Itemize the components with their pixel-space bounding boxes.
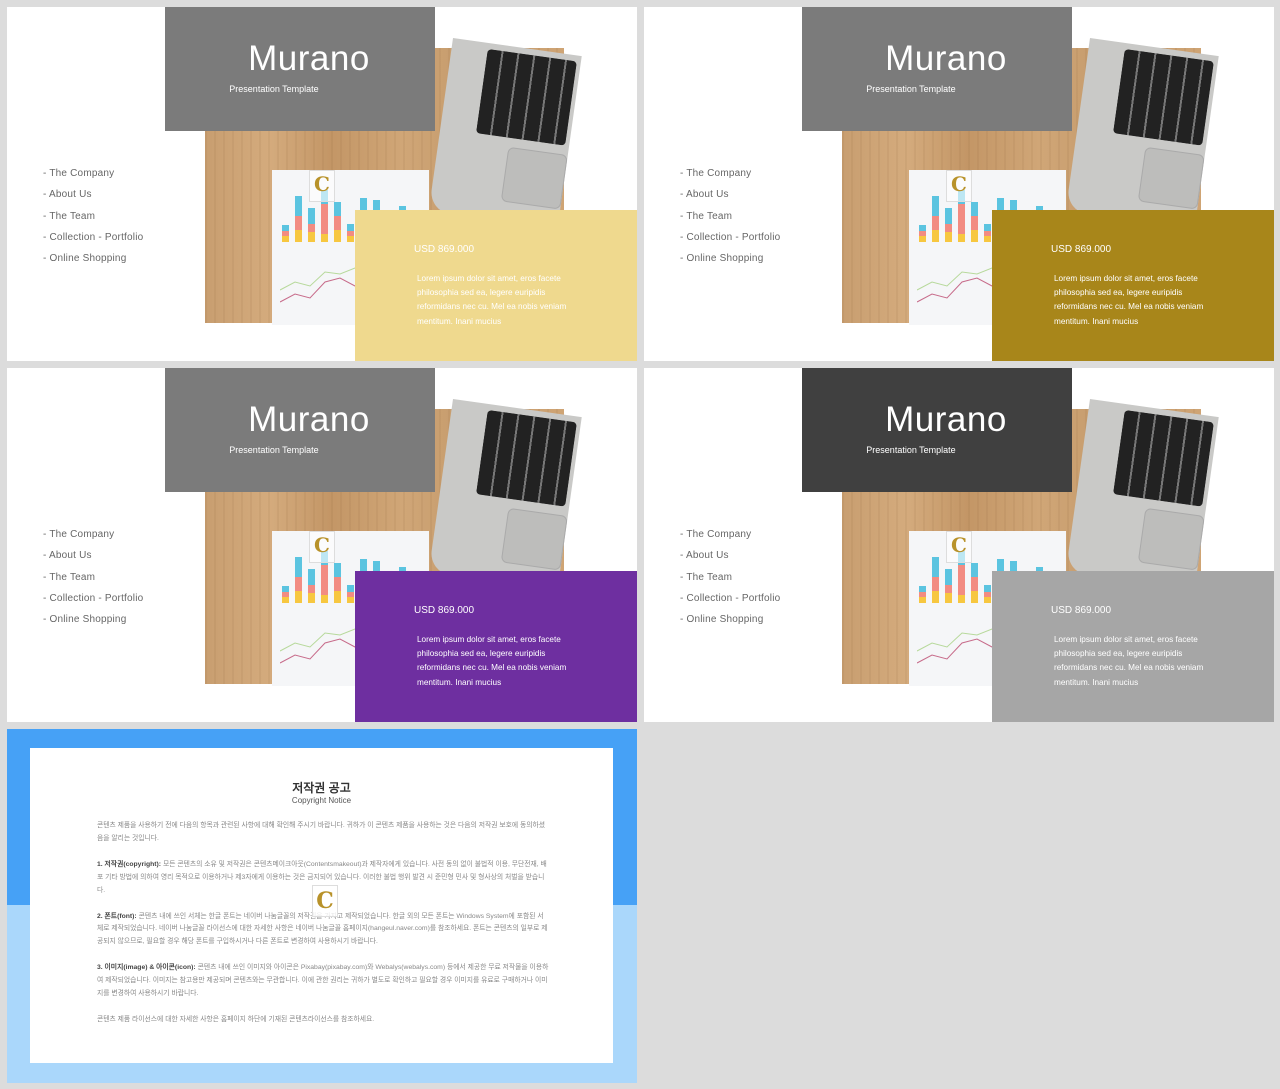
price-label: USD 869.000	[414, 244, 475, 255]
laptop-image	[428, 399, 582, 591]
menu-item: - The Company	[43, 529, 115, 540]
price-description: Lorem ipsum dolor sit amet, eros facete …	[1054, 274, 1204, 326]
chart-bar	[945, 208, 952, 242]
slide-subtitle: Presentation Template	[229, 445, 319, 455]
price-box: USD 869.000 Lorem ipsum dolor sit amet, …	[355, 571, 637, 722]
menu-item: - The Team	[680, 210, 733, 222]
chart-bar	[347, 224, 354, 242]
menu-item: - The Company	[680, 168, 752, 179]
brand-logo-watermark: C	[946, 531, 972, 563]
chart-bar	[984, 224, 991, 242]
chart-bar	[971, 202, 978, 242]
title-box: Murano Presentation Template	[165, 368, 435, 492]
menu-item: - The Company	[680, 529, 752, 540]
chart-bar	[308, 208, 315, 242]
menu-item: - The Team	[43, 571, 96, 583]
notice-item: 3. 이미지(image) & 아이콘(icon): 콘텐츠 내에 쓰인 이미지…	[97, 962, 549, 1001]
menu-list: - The Company - About Us - The Team - Colle…	[680, 529, 780, 635]
slide-thumbnail-4[interactable]: C Murano Presentation Template - The Com…	[644, 368, 1274, 722]
price-description: Lorem ipsum dolor sit amet, eros facete …	[1054, 635, 1204, 687]
brand-logo-watermark: C	[309, 170, 335, 202]
laptop-image	[428, 38, 582, 230]
slide-subtitle: Presentation Template	[866, 84, 956, 94]
chart-bar	[919, 225, 926, 242]
chart-bar	[932, 557, 939, 603]
menu-list: - The Company - About Us - The Team - Colle…	[43, 168, 143, 274]
chart-bar	[308, 569, 315, 603]
notice-item-label: 2. 폰트(font):	[97, 912, 137, 920]
menu-item: - The Team	[680, 571, 733, 583]
brand-logo-watermark: C	[946, 170, 972, 202]
chart-bar	[919, 586, 926, 603]
slide-thumbnail-3[interactable]: C Murano Presentation Template - The Com…	[7, 368, 637, 722]
chart-bar	[295, 557, 302, 603]
notice-body: 콘텐츠 제품을 사용하기 전에 다음의 항목과 관련된 사항에 대해 확인해 주…	[97, 820, 549, 1040]
menu-item: - Online Shopping	[43, 614, 127, 626]
menu-item: - About Us	[43, 550, 92, 562]
menu-item: - Collection - Portfolio	[680, 592, 781, 604]
slide-title: Murano	[885, 400, 1007, 439]
slide-title: Murano	[248, 39, 370, 78]
notice-subtitle: Copyright Notice	[291, 796, 352, 805]
price-box: USD 869.000 Lorem ipsum dolor sit amet, …	[992, 571, 1274, 722]
price-label: USD 869.000	[1051, 605, 1112, 616]
chart-bar	[282, 225, 289, 242]
notice-item-label: 1. 저작권(copyright):	[97, 860, 162, 868]
menu-item: - About Us	[43, 189, 92, 201]
slide-title: Murano	[248, 400, 370, 439]
price-label: USD 869.000	[414, 605, 475, 616]
price-description: Lorem ipsum dolor sit amet, eros facete …	[417, 635, 567, 687]
title-box: Murano Presentation Template	[802, 368, 1072, 492]
menu-item: - About Us	[680, 550, 729, 562]
slide-title: Murano	[885, 39, 1007, 78]
chart-bar	[282, 586, 289, 603]
laptop-image	[1065, 38, 1219, 230]
brand-logo-watermark: C	[312, 885, 338, 917]
copyright-card: 저작권 공고 Copyright Notice 콘텐츠 제품을 사용하기 전에 …	[30, 748, 613, 1063]
slide-subtitle: Presentation Template	[229, 84, 319, 94]
price-label: USD 869.000	[1051, 244, 1112, 255]
notice-item-text: 콘텐츠 내에 쓰인 서체는 한글 폰트는 네이버 나눔글꼴의 저작권을 가지고 …	[97, 912, 548, 946]
menu-item: - The Company	[43, 168, 115, 179]
menu-list: - The Company - About Us - The Team - Colle…	[43, 529, 143, 635]
chart-bar	[971, 563, 978, 603]
notice-footer: 콘텐츠 제품 라이선스에 대한 자세한 사항은 홈페이지 하단에 기재된 콘텐츠…	[97, 1015, 375, 1023]
chart-bar	[334, 202, 341, 242]
title-box: Murano Presentation Template	[165, 7, 435, 131]
notice-intro: 콘텐츠 제품을 사용하기 전에 다음의 항목과 관련된 사항에 대해 확인해 주…	[97, 822, 545, 842]
chart-bar	[347, 585, 354, 603]
laptop-image	[1065, 399, 1219, 591]
chart-bar	[945, 569, 952, 603]
chart-bar	[334, 563, 341, 603]
menu-item: - Online Shopping	[680, 253, 764, 265]
chart-bar	[984, 585, 991, 603]
slide-thumbnail-copyright[interactable]: 저작권 공고 Copyright Notice 콘텐츠 제품을 사용하기 전에 …	[7, 729, 637, 1083]
chart-bar	[932, 196, 939, 242]
slide-subtitle: Presentation Template	[866, 445, 956, 455]
menu-list: - The Company - About Us - The Team - Colle…	[680, 168, 780, 274]
menu-item: - Online Shopping	[43, 253, 127, 265]
price-description: Lorem ipsum dolor sit amet, eros facete …	[417, 274, 567, 326]
menu-item: - Collection - Portfolio	[680, 231, 781, 243]
menu-item: - Online Shopping	[680, 614, 764, 626]
menu-item: - Collection - Portfolio	[43, 592, 144, 604]
chart-bar	[295, 196, 302, 242]
price-box: USD 869.000 Lorem ipsum dolor sit amet, …	[355, 210, 637, 361]
menu-item: - Collection - Portfolio	[43, 231, 144, 243]
notice-title: 저작권 공고	[292, 781, 351, 795]
notice-item-label: 3. 이미지(image) & 아이콘(icon):	[97, 964, 196, 972]
price-box: USD 869.000 Lorem ipsum dolor sit amet, …	[992, 210, 1274, 361]
slide-thumbnail-2[interactable]: C Murano Presentation Template - The Com…	[644, 7, 1274, 361]
menu-item: - The Team	[43, 210, 96, 222]
menu-item: - About Us	[680, 189, 729, 201]
brand-logo-watermark: C	[309, 531, 335, 563]
slide-thumbnail-1[interactable]: C Murano Presentation Template - The Com…	[7, 7, 637, 361]
title-box: Murano Presentation Template	[802, 7, 1072, 131]
